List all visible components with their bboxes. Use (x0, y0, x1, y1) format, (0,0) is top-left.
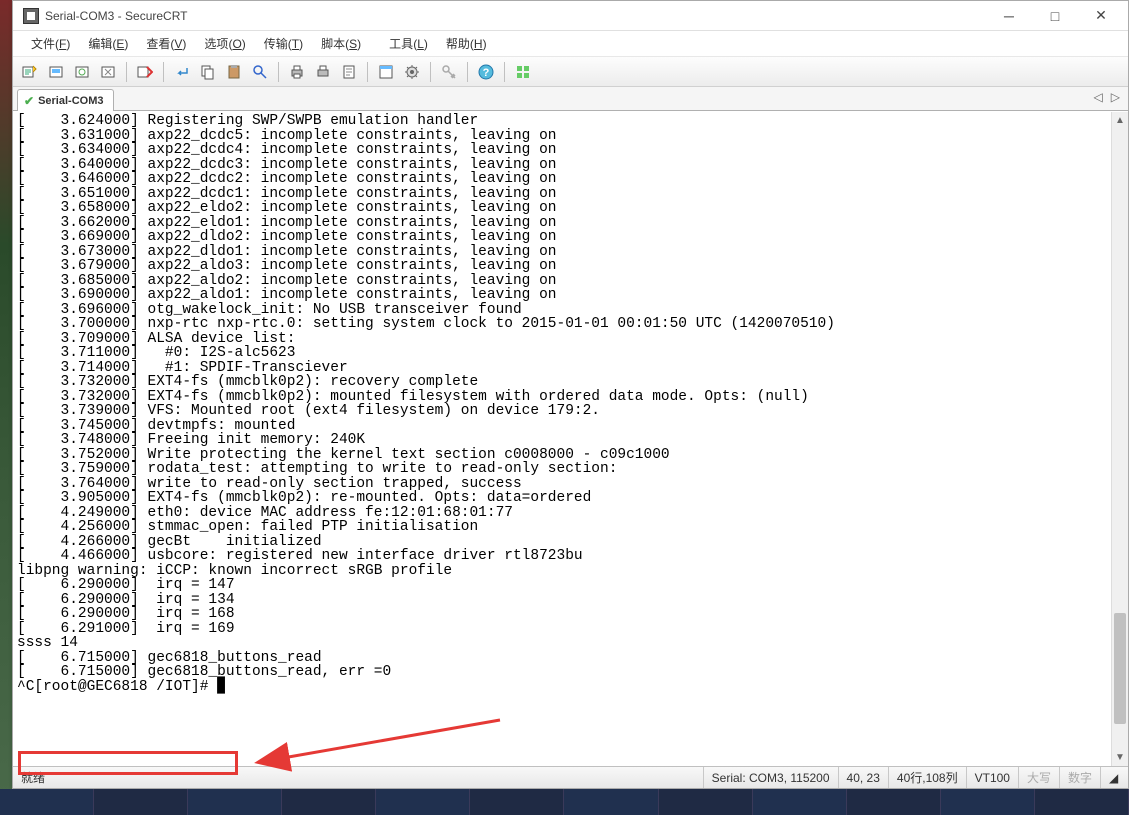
menu-script[interactable]: 脚本(S) (313, 32, 369, 55)
tb-quick-connect[interactable] (19, 61, 41, 83)
tb-find[interactable] (249, 61, 271, 83)
status-connection: Serial: COM3, 115200 (703, 767, 838, 788)
securecrt-window: Serial-COM3 - SecureCRT ─ □ ✕ 文件(F) 编辑(E… (12, 0, 1129, 789)
os-taskbar[interactable] (0, 789, 1129, 815)
statusbar: 就绪 Serial: COM3, 115200 40, 23 40行,108列 … (13, 766, 1128, 788)
menu-file[interactable]: 文件(F) (23, 32, 78, 55)
tb-enter[interactable] (171, 61, 193, 83)
terminal-output[interactable]: [ 3.624000] Registering SWP/SWPB emulati… (17, 112, 1108, 766)
status-ready: 就绪 (21, 769, 45, 786)
menu-view[interactable]: 查看(V) (138, 32, 194, 55)
scroll-up-button[interactable]: ▲ (1112, 112, 1128, 129)
status-size: 40行,108列 (888, 767, 966, 788)
tb-sessionmgr[interactable] (512, 61, 534, 83)
scroll-thumb[interactable] (1114, 613, 1126, 725)
tb-sep-3 (278, 62, 279, 82)
app-icon (23, 8, 39, 24)
scroll-down-button[interactable]: ▼ (1112, 749, 1128, 766)
tb-sep-4 (367, 62, 368, 82)
menu-tools[interactable]: 工具(L) (381, 32, 436, 55)
tb-print[interactable] (286, 61, 308, 83)
terminal-area[interactable]: [ 3.624000] Registering SWP/SWPB emulati… (13, 111, 1128, 766)
close-button[interactable]: ✕ (1078, 1, 1124, 31)
connected-check-icon: ✔ (24, 94, 34, 108)
tb-printscreen[interactable] (312, 61, 334, 83)
tb-help[interactable]: ? (475, 61, 497, 83)
tb-key[interactable] (438, 61, 460, 83)
svg-text:?: ? (483, 67, 490, 79)
tb-disconnect[interactable] (97, 61, 119, 83)
status-caps: 大写 (1018, 767, 1059, 788)
tab-next-button[interactable]: ▷ (1111, 90, 1120, 104)
status-cursor-pos: 40, 23 (838, 767, 888, 788)
minimize-button[interactable]: ─ (986, 1, 1032, 31)
menubar: 文件(F) 编辑(E) 查看(V) 选项(O) 传输(T) 脚本(S) 工具(L… (13, 31, 1128, 57)
tb-sep-2 (163, 62, 164, 82)
window-controls: ─ □ ✕ (986, 1, 1124, 31)
menu-transfer[interactable]: 传输(T) (256, 32, 311, 55)
tb-paste[interactable] (223, 61, 245, 83)
toolbar: ? (13, 57, 1128, 87)
tb-sep-6 (467, 62, 468, 82)
tb-log[interactable] (338, 61, 360, 83)
tb-reconnect[interactable] (71, 61, 93, 83)
tb-sep-1 (126, 62, 127, 82)
menu-edit[interactable]: 编辑(E) (80, 32, 136, 55)
titlebar[interactable]: Serial-COM3 - SecureCRT ─ □ ✕ (13, 1, 1128, 31)
window-title: Serial-COM3 - SecureCRT (45, 9, 187, 23)
tab-label: Serial-COM3 (38, 95, 103, 107)
menu-options[interactable]: 选项(O) (196, 32, 253, 55)
tb-disconnect-x[interactable] (134, 61, 156, 83)
status-emulation: VT100 (966, 767, 1018, 788)
tab-serial-com3[interactable]: ✔ Serial-COM3 (17, 89, 114, 111)
tb-properties[interactable] (375, 61, 397, 83)
tb-sep-7 (504, 62, 505, 82)
scroll-track[interactable] (1112, 129, 1128, 749)
maximize-button[interactable]: □ (1032, 1, 1078, 31)
menu-help[interactable]: 帮助(H) (438, 32, 495, 55)
tb-sep-5 (430, 62, 431, 82)
desktop-sliver (0, 0, 12, 815)
status-num: 数字 (1059, 767, 1100, 788)
status-resize-grip[interactable]: ◢ (1100, 767, 1120, 788)
vertical-scrollbar[interactable]: ▲ ▼ (1111, 112, 1128, 766)
tabbar: ✔ Serial-COM3 ◁ ▷ (13, 87, 1128, 111)
tb-copy[interactable] (197, 61, 219, 83)
tab-prev-button[interactable]: ◁ (1094, 90, 1103, 104)
tb-connect[interactable] (45, 61, 67, 83)
tb-options[interactable] (401, 61, 423, 83)
